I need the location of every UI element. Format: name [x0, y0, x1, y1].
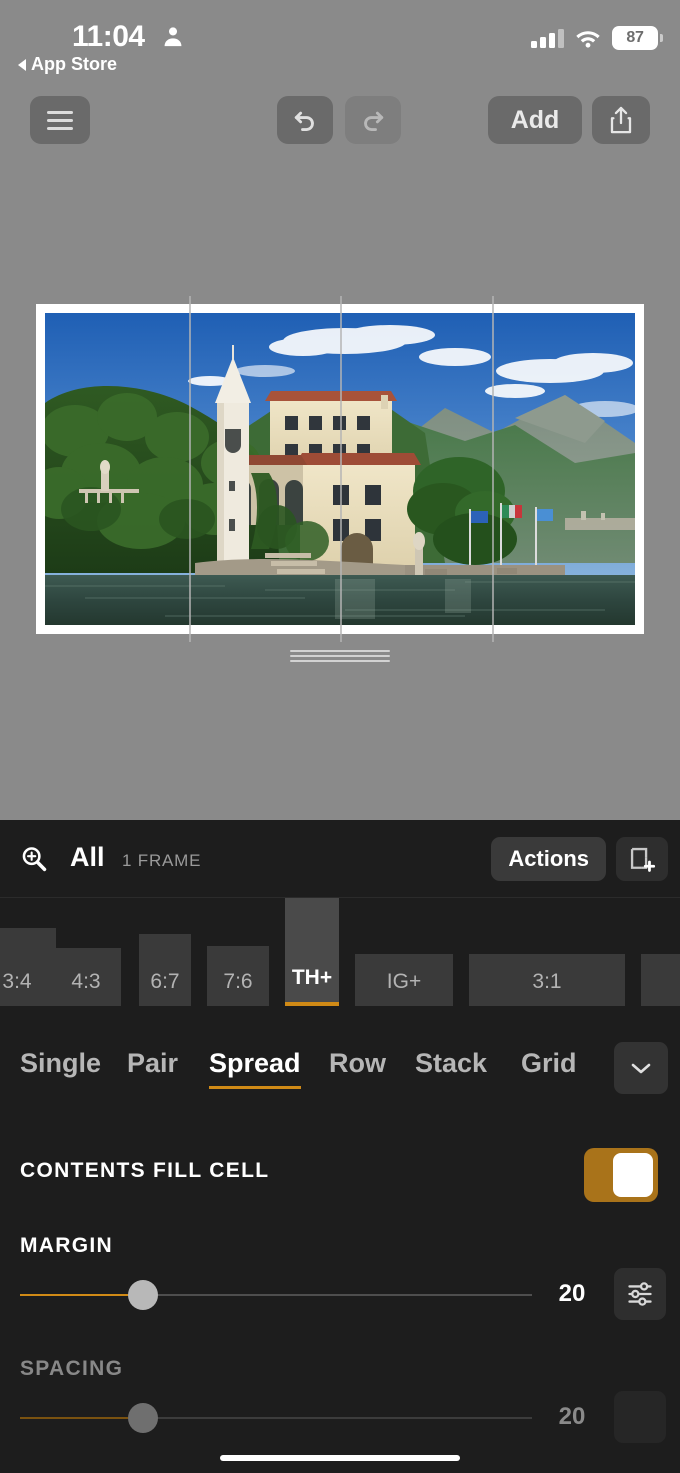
contents-fill-cell-toggle[interactable]	[584, 1148, 658, 1202]
ratio-chip-label: 6:7	[150, 970, 180, 993]
aspect-ratio-chips[interactable]: 3:4 4:3 6:7 7:6 TH+ IG+ 3:1	[0, 898, 680, 1030]
editor-canvas[interactable]	[36, 304, 644, 634]
chevron-down-icon	[631, 1063, 651, 1074]
wifi-icon	[576, 31, 600, 48]
redo-button[interactable]	[345, 96, 401, 144]
add-frame-button[interactable]	[616, 837, 668, 881]
ratio-chip-label: IG+	[386, 970, 422, 993]
spacing-slider-fill	[20, 1417, 128, 1419]
back-link-label: App Store	[31, 54, 118, 74]
layout-tab-label: Single	[20, 1048, 102, 1078]
ratio-chip-label: 3:1	[532, 970, 562, 993]
ratio-chip-7-partial[interactable]	[641, 954, 680, 1006]
cellular-bars-icon	[531, 28, 564, 48]
tab-grid[interactable]: Grid	[521, 1048, 577, 1086]
undo-arrow-icon	[294, 111, 314, 131]
ratio-chip-5[interactable]: IG+	[355, 954, 453, 1006]
photo-preview[interactable]	[45, 313, 635, 625]
status-time: 11:04	[72, 20, 145, 53]
contents-fill-cell-label: CONTENTS FILL CELL	[20, 1159, 270, 1182]
bottom-panel: All 1 FRAME Actions 3:4 4:3 6:7 7:6 TH+ …	[0, 820, 680, 1473]
status-bar: 11:04 App Store 87	[0, 0, 680, 78]
home-indicator	[220, 1455, 460, 1461]
spacing-detail-button[interactable]	[614, 1391, 666, 1443]
person-icon	[164, 27, 182, 47]
add-button-label: Add	[510, 105, 560, 134]
layout-tab-label: Stack	[415, 1048, 488, 1078]
tab-row[interactable]: Row	[329, 1048, 386, 1086]
margin-value: 20	[558, 1280, 586, 1307]
scope-label[interactable]: All	[70, 842, 105, 873]
add-button[interactable]: Add	[488, 96, 582, 144]
layout-tabs[interactable]: Single Pair Spread Row Stack Grid	[0, 1036, 680, 1112]
menu-button[interactable]	[30, 96, 90, 144]
margin-slider-knob[interactable]	[127, 1280, 158, 1310]
layout-tab-label: Spread	[209, 1048, 301, 1078]
zoom-in-magnifier-icon[interactable]	[20, 845, 48, 873]
ratio-chip-2[interactable]: 6:7	[139, 934, 191, 1006]
back-triangle-icon	[18, 58, 26, 71]
margin-slider-fill	[20, 1294, 128, 1296]
tab-single[interactable]: Single	[20, 1048, 101, 1086]
margin-label: MARGIN	[20, 1234, 113, 1257]
redo-arrow-icon	[364, 111, 384, 131]
layout-tab-label: Grid	[521, 1048, 577, 1078]
ratio-chip-4[interactable]: TH+	[285, 898, 339, 1006]
panel-header: All 1 FRAME Actions	[0, 820, 680, 898]
tab-spread[interactable]: Spread	[209, 1048, 301, 1089]
ratio-chip-3[interactable]: 7:6	[207, 946, 269, 1006]
ratio-chip-label: 7:6	[223, 970, 253, 993]
status-indicators: 87	[531, 26, 663, 50]
ratio-chip-6[interactable]: 3:1	[469, 954, 625, 1006]
actions-button[interactable]: Actions	[491, 837, 606, 881]
layout-tab-label: Pair	[127, 1048, 179, 1078]
share-upload-icon	[610, 106, 632, 134]
hamburger-menu-icon	[47, 110, 73, 130]
ratio-chip-label: 4:3	[71, 970, 101, 993]
undo-button[interactable]	[277, 96, 333, 144]
spacing-slider[interactable]	[20, 1403, 532, 1433]
spacing-label: SPACING	[20, 1357, 124, 1380]
share-button[interactable]	[592, 96, 650, 144]
top-toolbar: Add	[0, 96, 680, 146]
resize-grip-handle[interactable]	[290, 650, 390, 662]
toggle-knob	[613, 1153, 653, 1197]
add-frame-icon	[630, 847, 656, 872]
ratio-chip-1[interactable]: 4:3	[51, 948, 121, 1006]
app-root: 11:04 App Store 87 Add All 1 FRAME Actio…	[0, 0, 680, 1473]
ratio-chip-label: 3:4	[2, 970, 32, 993]
ratio-chip-label: TH+	[291, 966, 333, 989]
spacing-value: 20	[558, 1403, 586, 1430]
sliders-settings-icon	[628, 1282, 652, 1306]
spacing-slider-knob[interactable]	[127, 1403, 158, 1433]
actions-button-label: Actions	[508, 846, 589, 871]
ratio-chip-0[interactable]: 3:4	[0, 928, 56, 1006]
frame-count-label: 1 FRAME	[122, 851, 202, 870]
tab-pair[interactable]: Pair	[127, 1048, 178, 1086]
margin-slider[interactable]	[20, 1280, 532, 1310]
battery-indicator: 87	[612, 26, 663, 50]
layout-more-button[interactable]	[614, 1042, 668, 1094]
photo-image	[45, 313, 635, 625]
back-to-app-store-link[interactable]: App Store	[18, 54, 117, 75]
battery-percent: 87	[626, 29, 644, 46]
layout-tab-label: Row	[329, 1048, 386, 1078]
margin-detail-button[interactable]	[614, 1268, 666, 1320]
tab-stack[interactable]: Stack	[415, 1048, 487, 1086]
